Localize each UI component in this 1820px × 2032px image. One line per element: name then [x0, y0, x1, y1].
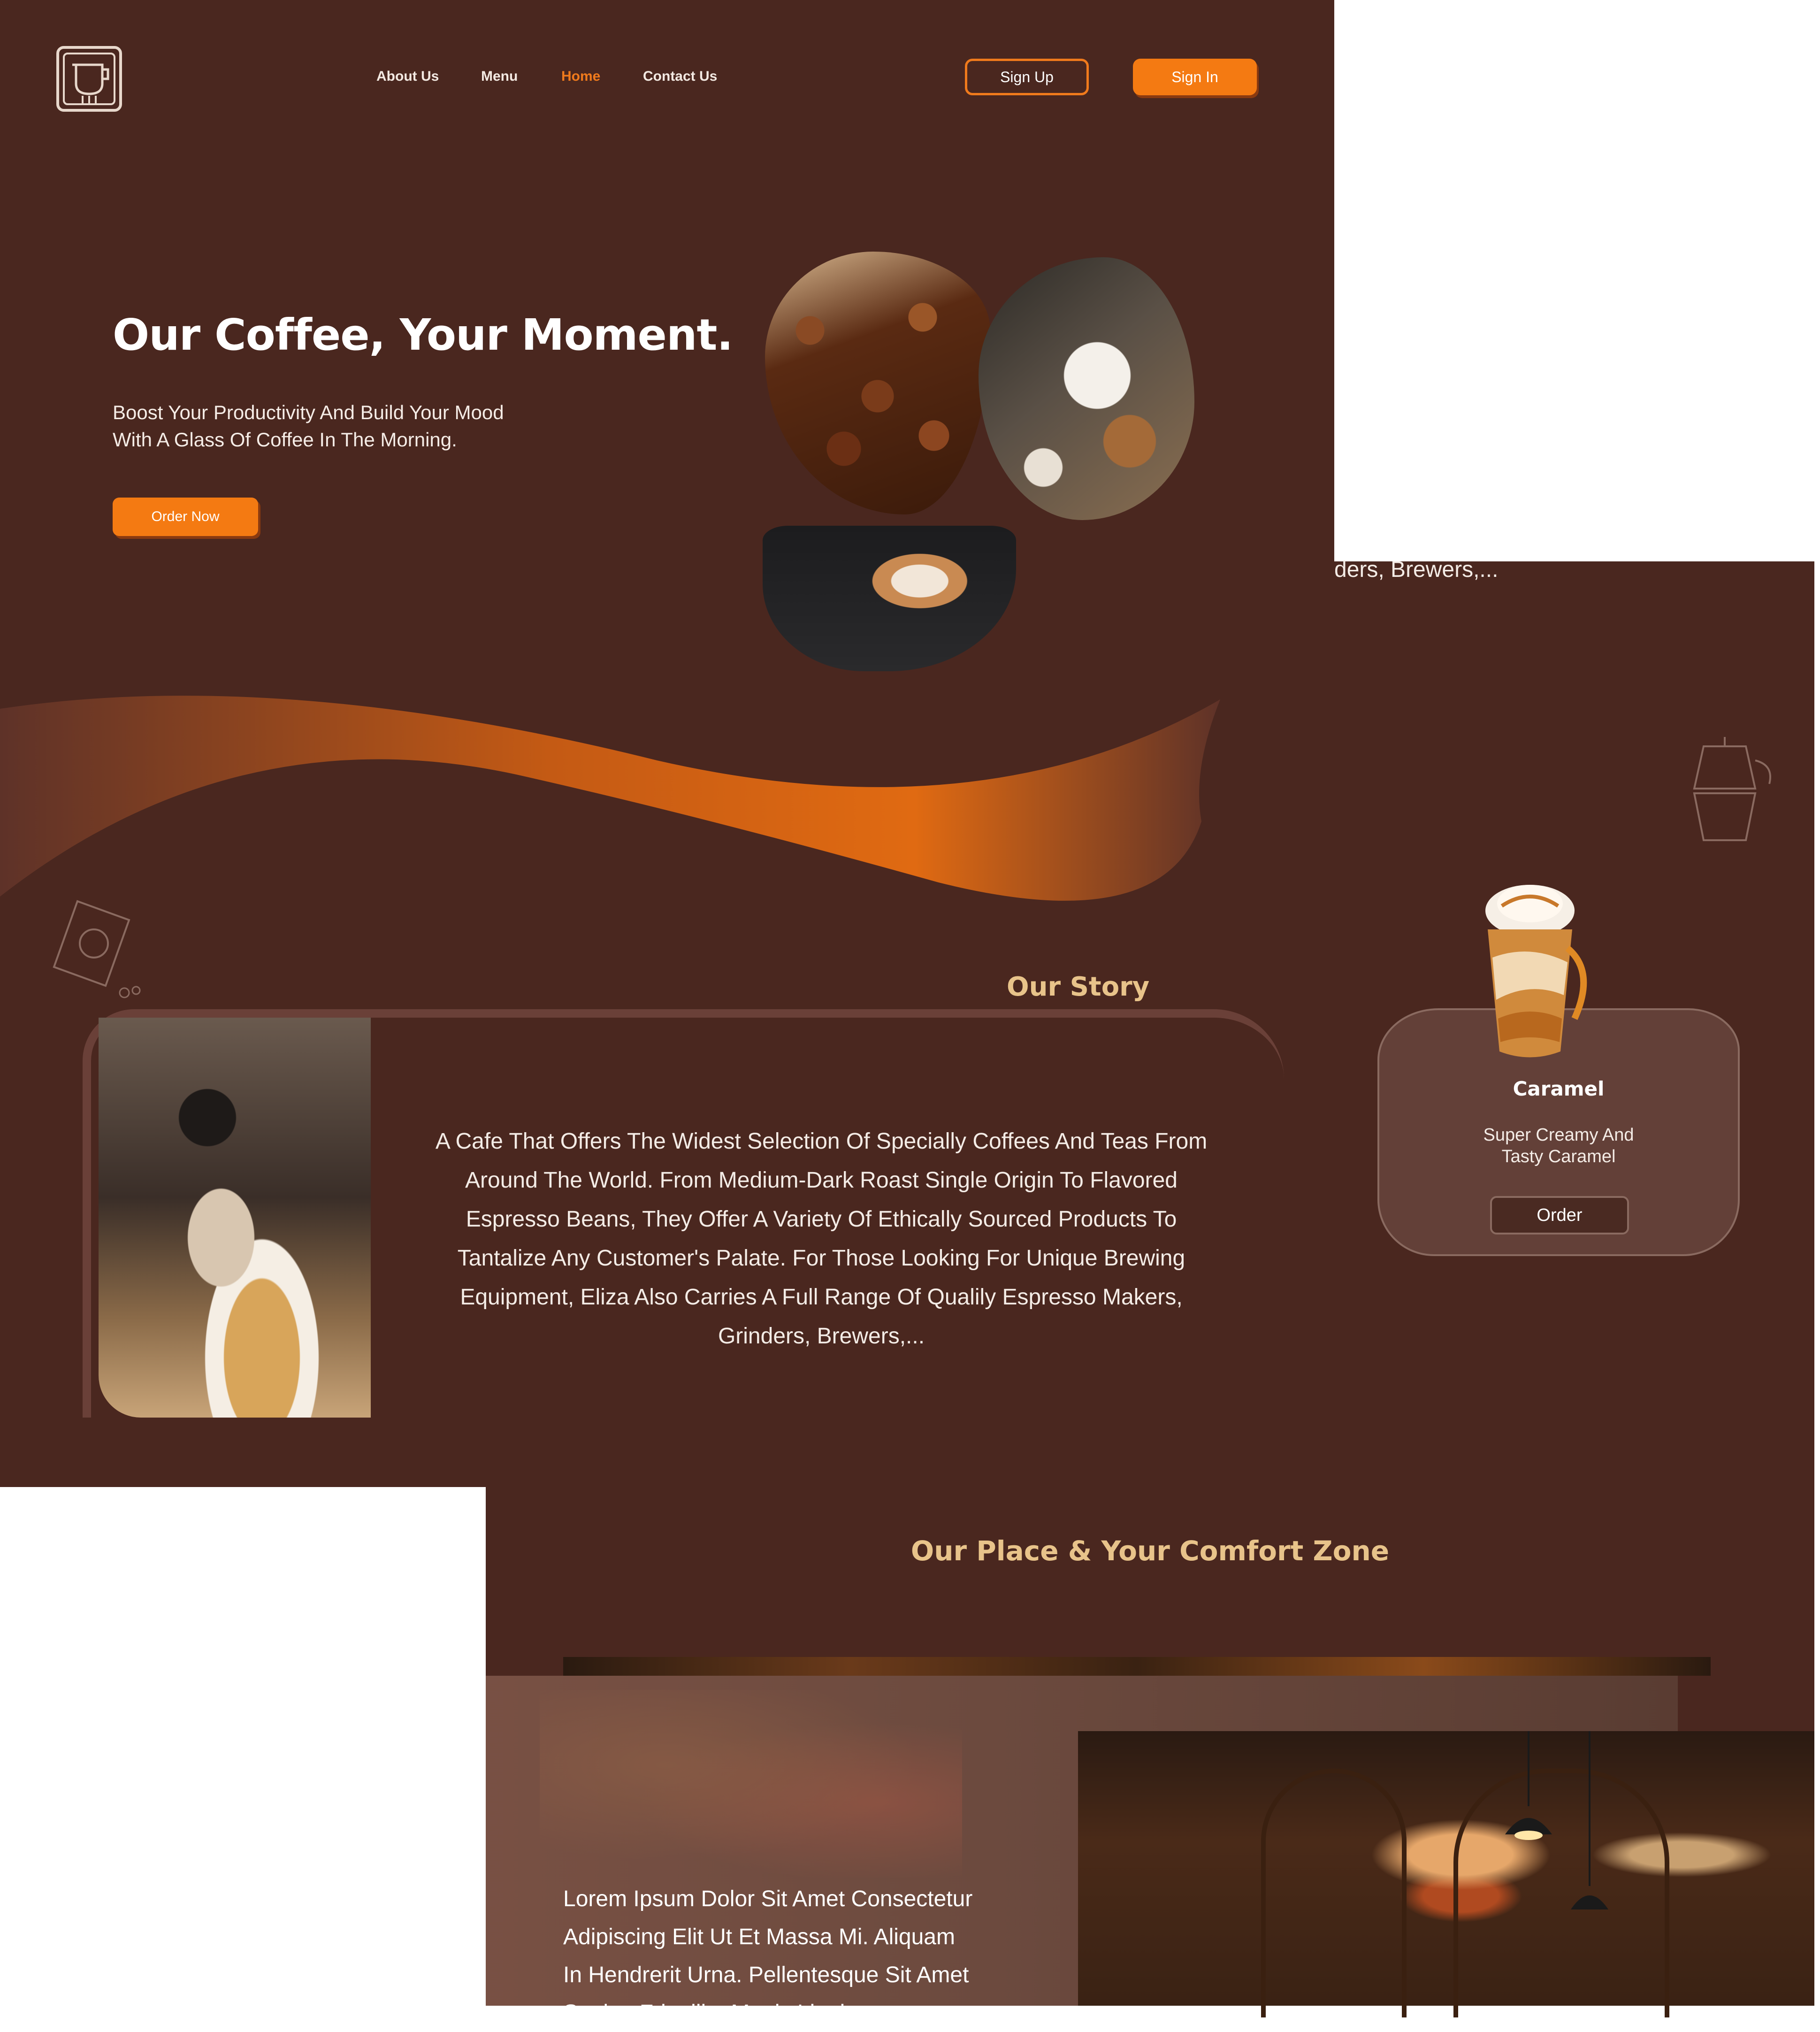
moka-pot-icon — [1693, 737, 1771, 841]
sign-in-button[interactable]: Sign In — [1133, 59, 1257, 95]
comfort-text-line: Adipiscing Elit Ut Et Massa Mi. Aliquam — [563, 1925, 955, 1949]
product-description-line: Super Creamy And — [1483, 1125, 1634, 1145]
product-description-line: Tasty Caramel — [1501, 1147, 1616, 1166]
blurred-cafe-background — [540, 1690, 962, 1878]
our-story-heading: Our Story — [1007, 972, 1150, 1002]
comfort-text-line: Lorem Ipsum Dolor Sit Amet Consectetur — [563, 1886, 973, 1911]
comfort-description: Lorem Ipsum Dolor Sit Amet Consectetur A… — [563, 1880, 1023, 2032]
cafe-interior-image — [1078, 1731, 1814, 2017]
hero-subtitle-line: Boost Your Productivity And Build Your M… — [113, 401, 504, 423]
pendant-lamp-icon — [1505, 1731, 1608, 1909]
coffee-cup-logo-icon[interactable] — [56, 46, 122, 112]
nav-about-us[interactable]: About Us — [376, 69, 439, 84]
hero-subtitle: Boost Your Productivity And Build Your M… — [113, 399, 582, 453]
hero-title: Our Coffee, Your Moment. — [113, 310, 733, 360]
window-arch — [1261, 1769, 1407, 2017]
pour-over-brewing-image — [979, 257, 1194, 520]
caramel-drink-image — [1485, 885, 1587, 1058]
comfort-zone-heading: Our Place & Your Comfort Zone — [910, 1535, 1390, 1567]
sign-up-button[interactable]: Sign Up — [965, 59, 1089, 95]
nav-home[interactable]: Home — [561, 69, 600, 84]
comfort-text-line: Sapien Fringilla, Mattis Ligula... — [563, 2001, 876, 2025]
coffee-bag-icon — [53, 900, 141, 998]
comfort-text-line: In Hendrerit Urna. Pellentesque Sit Amet — [563, 1963, 969, 1987]
cafe-image-strip — [563, 1657, 1711, 1676]
product-name: Caramel — [1513, 1077, 1605, 1100]
iced-coffee-pour-image — [99, 1018, 371, 1418]
story-text: A Cafe That Offers The Widest Selection … — [435, 1129, 1208, 1349]
hero-subtitle-line: With A Glass Of Coffee In The Morning. — [113, 429, 457, 451]
order-now-button[interactable]: Order Now — [113, 498, 258, 536]
nav-contact-us[interactable]: Contact Us — [643, 69, 717, 84]
product-description: Super Creamy And Tasty Caramel — [1377, 1124, 1740, 1167]
decorative-wave — [0, 696, 1220, 901]
product-order-button[interactable]: Order — [1490, 1196, 1629, 1235]
truncated-story-text: ders, Brewers,... — [1334, 557, 1499, 582]
nav-menu[interactable]: Menu — [481, 69, 518, 84]
